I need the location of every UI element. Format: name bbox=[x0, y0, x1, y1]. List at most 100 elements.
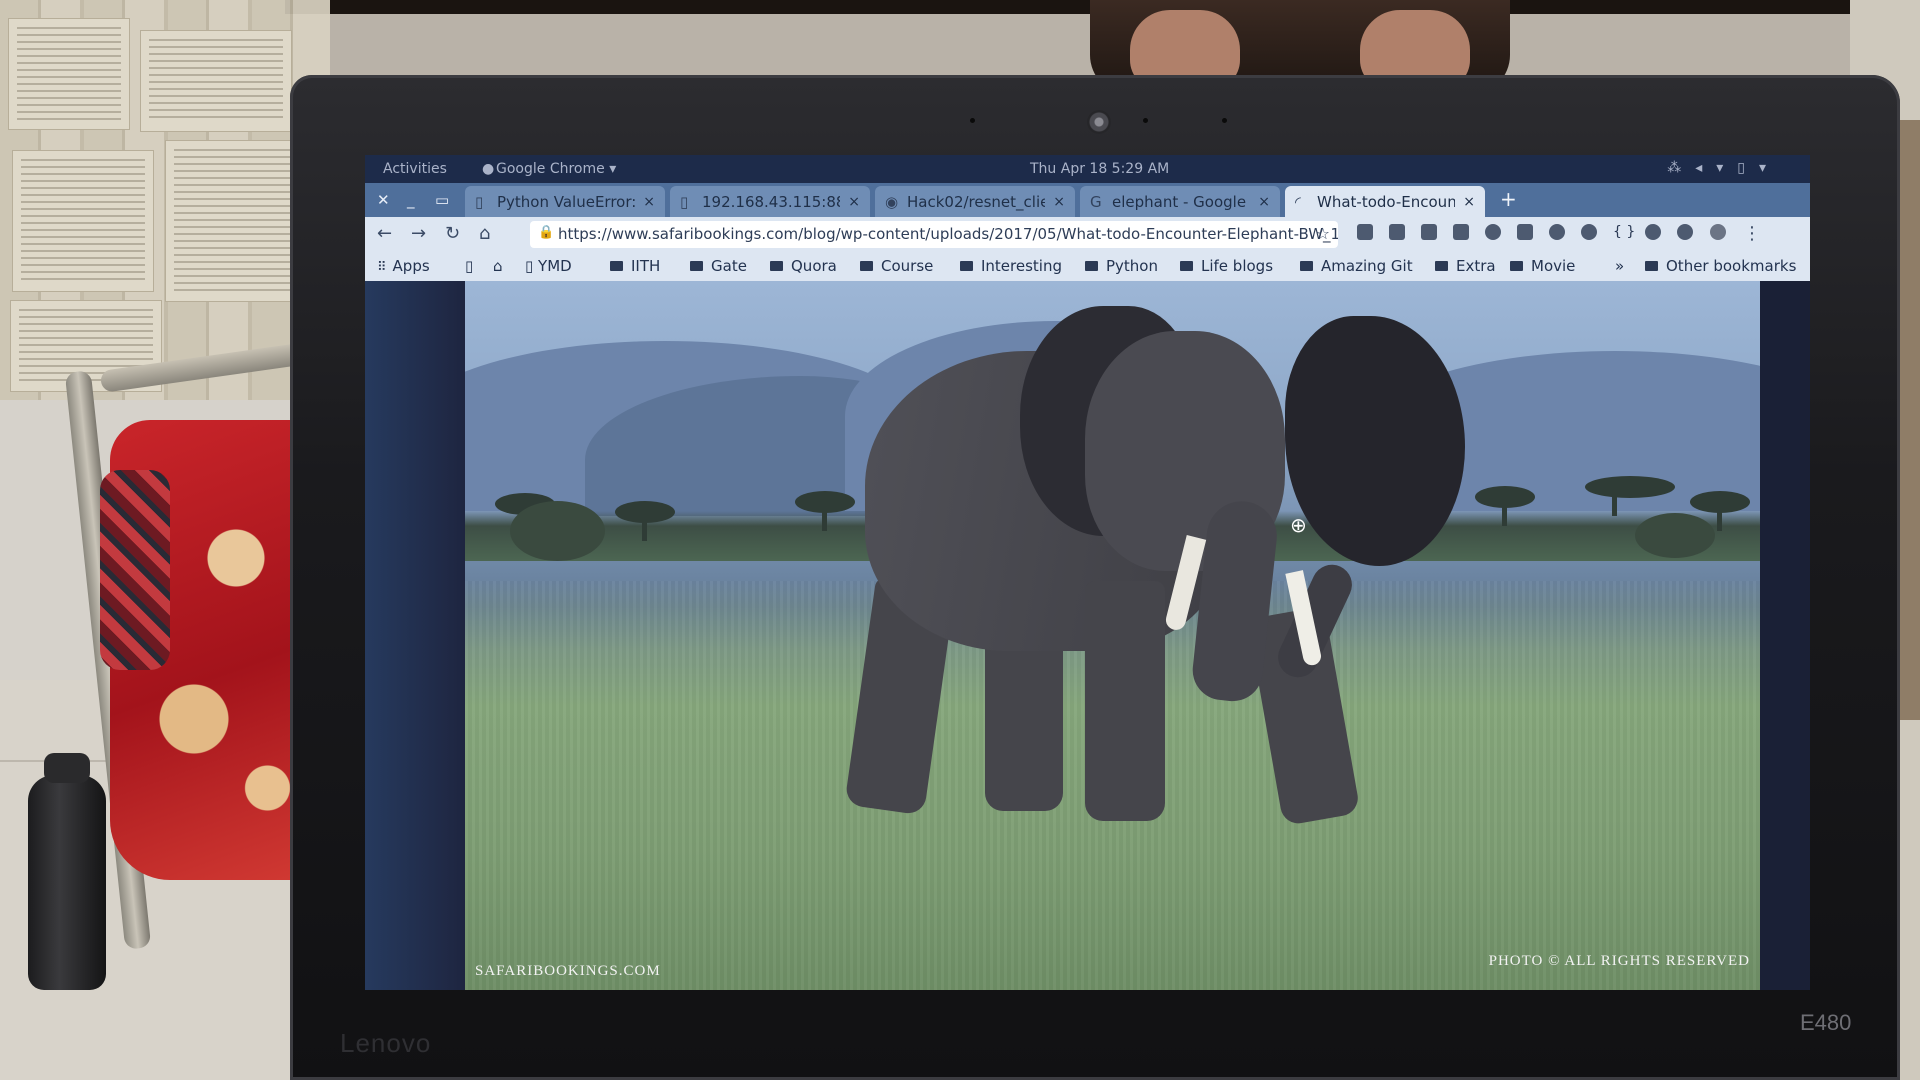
shrub bbox=[1635, 513, 1715, 558]
tab-close-icon[interactable]: × bbox=[1258, 194, 1270, 210]
extension-icon[interactable] bbox=[1581, 224, 1597, 240]
app-menu[interactable]: ● Google Chrome ▾ bbox=[482, 161, 616, 177]
new-tab-button[interactable]: + bbox=[1500, 187, 1517, 211]
extension-icon[interactable] bbox=[1517, 224, 1533, 240]
url-text: https://www.safaribookings.com/blog/wp-c… bbox=[558, 225, 1338, 243]
github-icon: ◉ bbox=[885, 192, 899, 211]
sensor-dot bbox=[970, 118, 975, 123]
bookmarks-bar: ⠿ Apps ▯ ⌂ ▯ YMD IITH Gate Quora Course I… bbox=[365, 251, 1810, 281]
restore-window-button[interactable]: ▭ bbox=[435, 191, 449, 209]
tab-github-resnet[interactable]: ◉ Hack02/resnet_client.py × bbox=[875, 186, 1075, 217]
lock-icon: 🔒 bbox=[538, 225, 555, 240]
extension-icon[interactable] bbox=[1389, 224, 1405, 240]
bookmark-label: YMD bbox=[538, 257, 572, 275]
newspaper-clipping bbox=[140, 30, 292, 132]
chrome-app-icon: ● bbox=[482, 161, 495, 177]
folder-icon bbox=[1645, 261, 1658, 271]
folder-icon bbox=[1435, 261, 1448, 271]
folder-icon bbox=[1510, 261, 1523, 271]
elephant-photo[interactable]: ⊕ SAFARIBOOKINGS.COM PHOTO © ALL RIGHTS … bbox=[465, 281, 1760, 990]
apps-shortcut[interactable]: ⠿ Apps bbox=[377, 257, 430, 275]
browser-toolbar: ← → ↻ ⌂ 🔒 https://www.safaribookings.com… bbox=[365, 217, 1810, 251]
chevron-down-icon: ▾ bbox=[609, 161, 617, 177]
bookmark-folder-interesting[interactable]: Interesting bbox=[960, 257, 1062, 275]
newspaper-clipping bbox=[12, 150, 154, 292]
laptop-model: E480 bbox=[1800, 1010, 1852, 1035]
other-bookmarks-folder[interactable]: Other bookmarks bbox=[1645, 257, 1796, 275]
folder-icon bbox=[1180, 261, 1193, 271]
water-bottle bbox=[28, 753, 106, 990]
sensor-dot bbox=[1143, 118, 1148, 123]
elephant-leg bbox=[1085, 581, 1165, 821]
folder-icon bbox=[690, 261, 703, 271]
bookmarks-overflow-button[interactable]: » bbox=[1615, 257, 1624, 275]
bookmark-folder-python[interactable]: Python bbox=[1085, 257, 1158, 275]
tab-close-icon[interactable]: × bbox=[643, 194, 655, 210]
bookmark-folder-life-blogs[interactable]: Life blogs bbox=[1180, 257, 1273, 275]
tab-title: elephant - Google Search bbox=[1112, 192, 1250, 211]
tab-title: Hack02/resnet_client.py bbox=[907, 192, 1046, 211]
bookmark-folder-course[interactable]: Course bbox=[860, 257, 933, 275]
extension-icon[interactable] bbox=[1357, 224, 1373, 240]
bookmark-folder-extra[interactable]: Extra bbox=[1435, 257, 1496, 275]
acacia-tree bbox=[1475, 486, 1535, 526]
extension-icon[interactable] bbox=[1421, 224, 1437, 240]
extension-icon[interactable] bbox=[1549, 224, 1565, 240]
tab-close-icon[interactable]: × bbox=[848, 194, 860, 210]
zoom-in-cursor-icon: ⊕ bbox=[1290, 513, 1307, 537]
bookmark-folder-quora[interactable]: Quora bbox=[770, 257, 837, 275]
bookmark-icon[interactable]: ⌂ bbox=[493, 257, 503, 275]
loading-icon: ◜ bbox=[1295, 192, 1301, 211]
clock[interactable]: Thu Apr 18 5:29 AM bbox=[1030, 161, 1169, 177]
tab-title: Python ValueError: No JS bbox=[497, 192, 636, 211]
bookmark-ymd[interactable]: ▯ YMD bbox=[525, 257, 572, 275]
tab-elephant-image[interactable]: ◜ What-todo-Encounter-El × bbox=[1285, 186, 1485, 217]
tab-local-server[interactable]: ▯ 192.168.43.115:8899/hea × bbox=[670, 186, 870, 217]
acacia-tree bbox=[1690, 491, 1750, 531]
extension-icon[interactable] bbox=[1645, 224, 1661, 240]
system-tray[interactable]: ⁂◂▾▯▾ bbox=[1667, 160, 1780, 176]
bookmark-folder-amazing-git[interactable]: Amazing Git bbox=[1300, 257, 1413, 275]
activities-button[interactable]: Activities bbox=[383, 161, 447, 177]
shrub bbox=[510, 501, 605, 561]
bookmark-star-icon[interactable]: ☆ bbox=[1316, 224, 1330, 243]
extension-icon[interactable] bbox=[1485, 224, 1501, 240]
back-button[interactable]: ← bbox=[377, 223, 392, 244]
acacia-tree bbox=[1585, 476, 1675, 516]
page-icon: ▯ bbox=[525, 257, 539, 275]
bookmark-page-icon[interactable]: ▯ bbox=[465, 257, 473, 275]
bookmark-label: Quora bbox=[791, 257, 837, 275]
close-window-button[interactable]: ✕ bbox=[377, 191, 390, 209]
bookmark-label: Extra bbox=[1456, 257, 1496, 275]
forward-button[interactable]: → bbox=[411, 223, 426, 244]
bookmark-folder-iith[interactable]: IITH bbox=[610, 257, 660, 275]
bookmark-label: Amazing Git bbox=[1321, 257, 1413, 275]
home-button[interactable]: ⌂ bbox=[479, 223, 490, 244]
json-extension-icon[interactable]: { } bbox=[1613, 224, 1635, 240]
apps-grid-icon: ⠿ bbox=[377, 260, 387, 275]
chevron-down-icon: ▾ bbox=[1758, 160, 1780, 176]
reload-button[interactable]: ↻ bbox=[445, 223, 460, 244]
bookmark-label: Movie bbox=[1531, 257, 1576, 275]
page-content: ⊕ SAFARIBOOKINGS.COM PHOTO © ALL RIGHTS … bbox=[365, 281, 1810, 990]
chrome-menu-button[interactable]: ⋮ bbox=[1743, 223, 1761, 244]
sensor-dot bbox=[1222, 118, 1227, 123]
tab-python-valueerror[interactable]: ▯ Python ValueError: No JS × bbox=[465, 186, 665, 217]
folder-icon bbox=[860, 261, 873, 271]
tab-close-icon[interactable]: × bbox=[1053, 194, 1065, 210]
tab-close-icon[interactable]: × bbox=[1463, 194, 1475, 210]
profile-avatar-icon[interactable] bbox=[1710, 224, 1726, 240]
extension-icon[interactable] bbox=[1453, 224, 1469, 240]
app-menu-label: Google Chrome bbox=[496, 161, 605, 177]
minimize-window-button[interactable]: _ bbox=[407, 191, 415, 209]
address-bar[interactable]: 🔒 https://www.safaribookings.com/blog/wp… bbox=[530, 221, 1338, 248]
bookmark-folder-movie[interactable]: Movie bbox=[1510, 257, 1575, 275]
tab-google-search[interactable]: G elephant - Google Search × bbox=[1080, 186, 1280, 217]
laptop-screen: Activities ● Google Chrome ▾ Thu Apr 18 5… bbox=[365, 155, 1810, 990]
acacia-tree bbox=[615, 501, 675, 541]
bookmark-folder-gate[interactable]: Gate bbox=[690, 257, 747, 275]
acacia-tree bbox=[795, 491, 855, 531]
newspaper-clipping bbox=[8, 18, 130, 130]
bookmark-label: Gate bbox=[711, 257, 747, 275]
extension-icon[interactable] bbox=[1677, 224, 1693, 240]
